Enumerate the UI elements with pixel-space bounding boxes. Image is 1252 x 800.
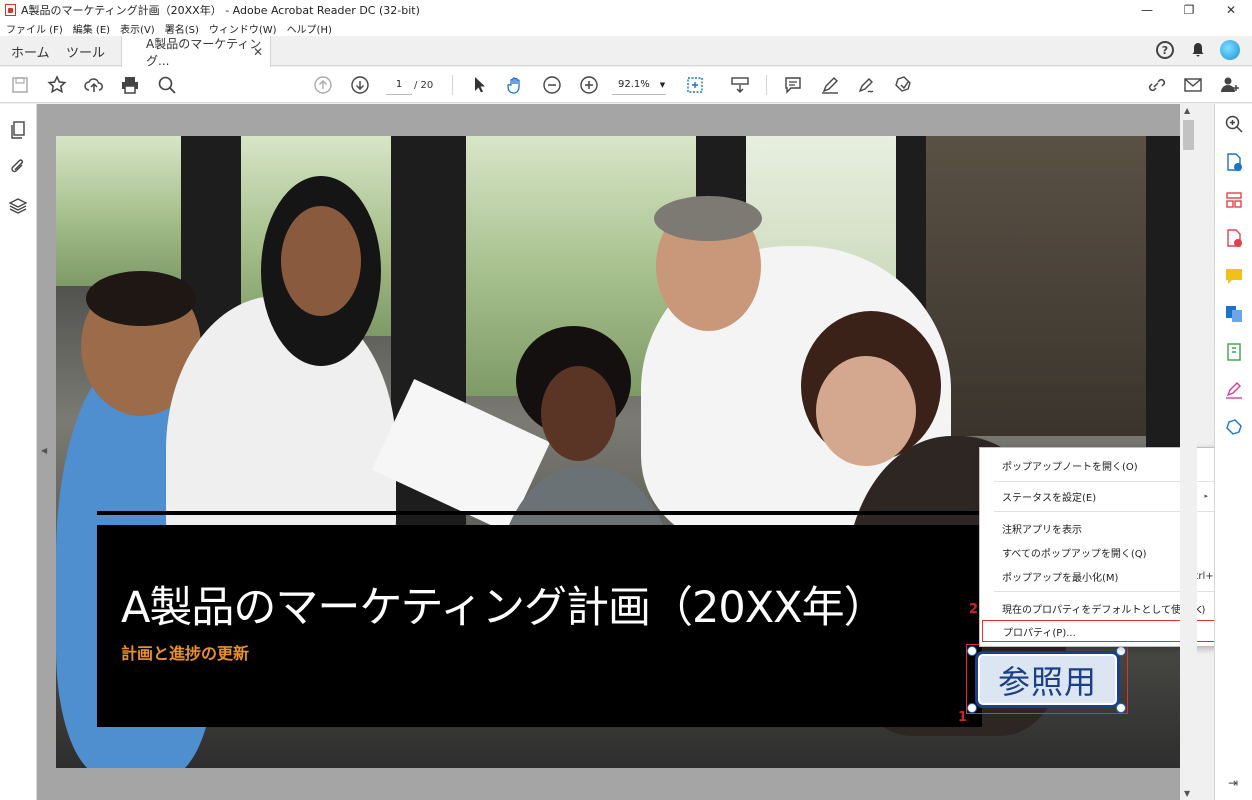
stamp-annotation[interactable]: 参照用	[975, 651, 1120, 708]
tab-tools[interactable]: ツール	[66, 36, 105, 66]
next-page-icon[interactable]	[348, 73, 372, 97]
save-icon[interactable]	[8, 73, 32, 97]
title-bar: A製品のマーケティング計画（20XX年） - Adobe Acrobat Rea…	[0, 0, 1252, 20]
add-user-icon[interactable]	[1218, 73, 1242, 97]
vertical-scrollbar[interactable]: ▲ ▼	[1180, 104, 1197, 800]
hand-tool-icon[interactable]	[503, 73, 527, 97]
email-icon[interactable]	[1181, 73, 1205, 97]
slide-title: A製品のマーケティング計画（20XX年）	[121, 583, 887, 633]
expand-panel-icon[interactable]: ⇥	[1228, 776, 1238, 790]
export-pdf-icon[interactable]	[1224, 152, 1244, 172]
menu-item-label: 現在のプロパティをデフォルトとして使用(K)	[1002, 604, 1206, 616]
resize-handle-top-right[interactable]	[1116, 646, 1126, 656]
attachment-icon[interactable]	[8, 157, 28, 177]
scroll-mode-icon[interactable]	[728, 73, 752, 97]
menu-item-label: ポップアップノートを開く(O)	[1002, 461, 1138, 473]
close-tab-icon[interactable]: ✕	[253, 45, 263, 59]
comment-icon[interactable]	[781, 73, 805, 97]
total-pages: / 20	[414, 79, 434, 91]
scroll-down-arrow-icon[interactable]: ▼	[1184, 789, 1190, 798]
step-marker-2: 2	[969, 602, 979, 617]
main-toolbar: 1 / 20 92.1% ▼	[0, 67, 1252, 103]
zoom-out-icon[interactable]	[540, 73, 564, 97]
zoom-level-value: 92.1%	[618, 79, 650, 90]
slide-title-box: A製品のマーケティング計画（20XX年） 計画と進捗の更新	[97, 511, 982, 727]
help-icon[interactable]: ?	[1156, 41, 1174, 59]
resize-handle-top-left[interactable]	[967, 646, 977, 656]
print-icon[interactable]	[118, 73, 142, 97]
search-icon[interactable]	[1224, 114, 1244, 134]
tab-home[interactable]: ホーム	[11, 36, 50, 66]
window-title: A製品のマーケティング計画（20XX年） - Adobe Acrobat Rea…	[21, 4, 420, 17]
cloud-upload-icon[interactable]	[82, 73, 106, 97]
menu-item-label: プロパティ(P)...	[1003, 627, 1076, 639]
tab-document-label: A製品のマーケティング...	[146, 36, 262, 68]
right-tools-pane: ⇥	[1214, 104, 1252, 800]
scroll-up-arrow-icon[interactable]: ▲	[1184, 106, 1190, 115]
menu-file[interactable]: ファイル (F)	[6, 21, 63, 36]
resize-handle-bottom-right[interactable]	[1116, 703, 1126, 713]
sign-icon[interactable]	[855, 73, 879, 97]
layers-icon[interactable]	[8, 196, 28, 216]
comment-tool-icon[interactable]	[1224, 266, 1244, 286]
share-sign-icon[interactable]	[891, 73, 915, 97]
menu-edit[interactable]: 編集 (E)	[73, 21, 110, 36]
toolbar-divider	[766, 75, 767, 95]
zoom-level-select[interactable]: 92.1% ▼	[612, 75, 666, 95]
resize-handle-bottom-left[interactable]	[967, 703, 977, 713]
compress-pdf-icon[interactable]	[1224, 342, 1244, 362]
page-thumbnails-icon[interactable]	[8, 120, 28, 140]
menu-window[interactable]: ウィンドウ(W)	[209, 21, 277, 36]
menu-item-label: ポップアップを最小化(M)	[1002, 572, 1119, 584]
title-rule	[97, 511, 982, 515]
scrollbar-thumb[interactable]	[1183, 120, 1194, 150]
toolbar-divider	[452, 75, 453, 95]
close-window-button[interactable]: ✕	[1210, 0, 1252, 20]
create-pdf-icon[interactable]	[1224, 228, 1244, 248]
previous-page-icon[interactable]	[311, 73, 335, 97]
bookmark-star-icon[interactable]	[45, 73, 69, 97]
tab-document[interactable]: A製品のマーケティング... ✕	[121, 36, 271, 68]
zoom-in-icon[interactable]	[577, 73, 601, 97]
combine-files-icon[interactable]	[1224, 304, 1244, 324]
acrobat-app-icon	[5, 4, 16, 16]
step-marker-1: 1	[958, 710, 968, 725]
submenu-arrow-icon: ▸	[1204, 492, 1208, 500]
send-for-signature-icon[interactable]	[1224, 418, 1244, 438]
bell-icon[interactable]	[1190, 42, 1206, 58]
tab-bar: ホーム ツール A製品のマーケティング... ✕ ?	[0, 36, 1252, 68]
minimize-button[interactable]: —	[1126, 0, 1168, 20]
select-cursor-icon[interactable]	[467, 73, 491, 97]
current-page-input[interactable]: 1	[386, 75, 412, 95]
share-link-icon[interactable]	[1144, 73, 1168, 97]
menu-sign[interactable]: 署名(S)	[165, 21, 199, 36]
highlight-pen-icon[interactable]	[818, 73, 842, 97]
left-navigation-pane	[0, 104, 37, 800]
organize-pages-icon[interactable]	[1224, 190, 1244, 210]
window-controls: — ❐ ✕	[1126, 0, 1252, 20]
chevron-down-icon: ▼	[659, 80, 666, 89]
menu-view[interactable]: 表示(V)	[120, 21, 155, 36]
restore-button[interactable]: ❐	[1168, 0, 1210, 20]
menu-item-label: ステータスを設定(E)	[1002, 492, 1097, 504]
menu-help[interactable]: ヘルプ(H)	[287, 21, 332, 36]
search-zoom-icon[interactable]	[155, 73, 179, 97]
avatar[interactable]	[1220, 40, 1240, 60]
menu-item-label: 注釈アプリを表示	[1002, 524, 1082, 536]
slide-subtitle: 計画と進捗の更新	[121, 644, 250, 663]
menu-item-label: すべてのポップアップを開く(Q)	[1002, 548, 1147, 560]
fill-sign-icon[interactable]	[1224, 380, 1244, 400]
collapse-pane-arrow-icon[interactable]: ◀	[41, 446, 47, 455]
fit-page-icon[interactable]	[683, 73, 707, 97]
